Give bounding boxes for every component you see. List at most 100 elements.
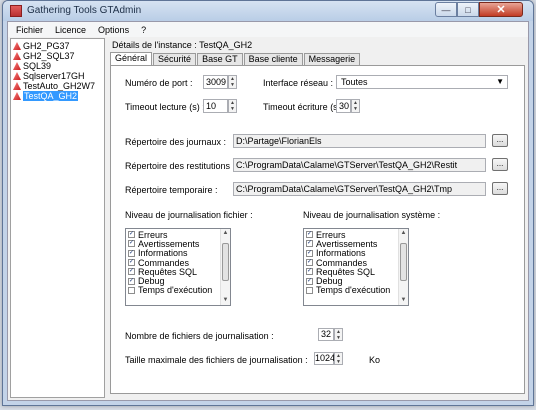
list-item[interactable]: ✓ Debug: [128, 276, 230, 286]
app-icon: [10, 5, 22, 17]
app-window: Gathering Tools GTAdmin — □ ✕ Fichier Li…: [2, 0, 534, 406]
scrollbar[interactable]: ▲ ▼: [220, 229, 230, 305]
checkbox[interactable]: ✓: [128, 231, 135, 239]
tab-securite[interactable]: Sécurité: [153, 53, 197, 65]
tree-item-selected[interactable]: TestQA_GH2: [11, 91, 104, 101]
file-log-list[interactable]: ✓ Erreurs ✓ Avertissements ✓ Informations ✓…: [125, 228, 231, 306]
list-item[interactable]: ✓ Avertissements: [306, 239, 408, 249]
checkbox[interactable]: ✓: [306, 240, 313, 248]
list-item[interactable]: ✓ Informations: [306, 248, 408, 258]
checkbox[interactable]: ✓: [128, 240, 135, 248]
list-item[interactable]: ✓ Requêtes SQL: [306, 267, 408, 277]
warning-icon: [13, 82, 21, 90]
max-size-unit: Ko: [369, 355, 381, 365]
nb-files-field[interactable]: 32: [318, 328, 334, 341]
list-item[interactable]: ✓ Requêtes SQL: [128, 267, 230, 277]
iface-label: Interface réseau :: [263, 78, 334, 88]
checkbox[interactable]: ✓: [306, 249, 313, 257]
iface-value: Toutes: [341, 77, 368, 87]
max-size-spinner[interactable]: ▲ ▼: [334, 352, 343, 365]
max-size-field[interactable]: 1024: [314, 352, 335, 365]
restitutions-label: Répertoire des restitutions :: [125, 161, 236, 171]
menu-options[interactable]: Options: [98, 25, 129, 35]
list-item[interactable]: ✓ Avertissements: [128, 239, 230, 249]
client-area: Fichier Licence Options ? GH2_PG37 GH2_S…: [7, 21, 529, 401]
general-panel: Numéro de port : 3009 ▲ ▼ Interface résea…: [110, 65, 525, 394]
instance-tree[interactable]: GH2_PG37 GH2_SQL37 SQL39 Sqlserver17GH T…: [10, 38, 105, 398]
read-timeout-spinner[interactable]: ▲ ▼: [228, 99, 237, 113]
list-item[interactable]: ✓ Erreurs: [306, 230, 408, 240]
checkbox[interactable]: ✓: [306, 277, 313, 285]
title-bar[interactable]: Gathering Tools GTAdmin — □ ✕: [3, 1, 533, 21]
checkbox[interactable]: ✓: [128, 249, 135, 257]
port-label: Numéro de port :: [125, 78, 193, 88]
checkbox[interactable]: ✓: [128, 268, 135, 276]
warning-icon: [13, 52, 21, 60]
read-timeout-label: Timeout lecture (s) :: [125, 102, 205, 112]
scroll-thumb[interactable]: [222, 243, 229, 281]
tab-base-gt[interactable]: Base GT: [197, 53, 243, 65]
tree-item[interactable]: GH2_PG37: [11, 41, 104, 51]
scroll-thumb[interactable]: [400, 243, 407, 281]
scroll-up-icon[interactable]: ▲: [221, 229, 230, 238]
list-item[interactable]: ✓ Informations: [128, 248, 230, 258]
warning-icon: [13, 72, 21, 80]
port-spinner[interactable]: ▲ ▼: [228, 75, 237, 89]
temp-field[interactable]: C:\ProgramData\Calame\GTServer\TestQA_GH…: [233, 182, 486, 196]
write-timeout-spinner[interactable]: ▲ ▼: [351, 99, 360, 113]
temp-browse-button[interactable]: ...: [492, 182, 508, 195]
max-size-label: Taille maximale des fichiers de journali…: [125, 355, 308, 365]
menu-licence[interactable]: Licence: [55, 25, 86, 35]
tab-general[interactable]: Général: [110, 52, 153, 65]
scroll-down-icon[interactable]: ▼: [221, 296, 230, 305]
details-pane: Détails de l'instance : TestQA_GH2 Génér…: [108, 38, 526, 398]
list-item[interactable]: Temps d'exécution: [306, 285, 408, 295]
nb-files-spinner[interactable]: ▲ ▼: [334, 328, 343, 341]
list-item[interactable]: ✓ Erreurs: [128, 230, 230, 240]
scroll-down-icon[interactable]: ▼: [399, 296, 408, 305]
tree-item[interactable]: SQL39: [11, 61, 104, 71]
checkbox[interactable]: ✓: [306, 268, 313, 276]
list-item[interactable]: ✓ Debug: [306, 276, 408, 286]
window-title: Gathering Tools GTAdmin: [27, 5, 142, 16]
journals-label: Répertoire des journaux :: [125, 137, 227, 147]
instance-label: Détails de l'instance : TestQA_GH2: [112, 40, 253, 50]
journals-field[interactable]: D:\Partage\FlorianEls: [233, 134, 486, 148]
checkbox[interactable]: [128, 286, 135, 294]
checkbox[interactable]: [306, 286, 313, 294]
chevron-down-icon: ▼: [496, 77, 504, 86]
maximize-button[interactable]: □: [457, 2, 479, 17]
restitutions-field[interactable]: C:\ProgramData\Calame\GTServer\TestQA_GH…: [233, 158, 486, 172]
menu-help[interactable]: ?: [141, 25, 146, 35]
read-timeout-field[interactable]: 10: [203, 99, 228, 113]
scrollbar[interactable]: ▲ ▼: [398, 229, 408, 305]
iface-select[interactable]: Toutes ▼: [336, 75, 508, 89]
sys-log-label: Niveau de journalisation système :: [303, 210, 441, 220]
sys-log-list[interactable]: ✓ Erreurs ✓ Avertissements ✓ Informations ✓…: [303, 228, 409, 306]
tree-item[interactable]: Sqlserver17GH: [11, 71, 104, 81]
tab-strip: Général Sécurité Base GT Base cliente Me…: [110, 52, 361, 65]
menu-bar: Fichier Licence Options ?: [8, 22, 528, 37]
warning-icon: [13, 92, 21, 100]
checkbox[interactable]: ✓: [306, 231, 313, 239]
menu-fichier[interactable]: Fichier: [16, 25, 43, 35]
temp-label: Répertoire temporaire :: [125, 185, 218, 195]
scroll-up-icon[interactable]: ▲: [399, 229, 408, 238]
checkbox[interactable]: ✓: [306, 259, 313, 267]
checkbox[interactable]: ✓: [128, 277, 135, 285]
list-item[interactable]: Temps d'exécution: [128, 285, 230, 295]
close-button[interactable]: ✕: [479, 2, 523, 17]
tab-base-cliente[interactable]: Base cliente: [243, 53, 303, 65]
list-item[interactable]: ✓ Commandes: [306, 258, 408, 268]
minimize-button[interactable]: —: [435, 2, 457, 17]
journals-browse-button[interactable]: ...: [492, 134, 508, 147]
tree-item[interactable]: TestAuto_GH2W7: [11, 81, 104, 91]
restitutions-browse-button[interactable]: ...: [492, 158, 508, 171]
tab-messagerie[interactable]: Messagerie: [303, 53, 361, 65]
checkbox[interactable]: ✓: [128, 259, 135, 267]
tree-item[interactable]: GH2_SQL37: [11, 51, 104, 61]
write-timeout-field[interactable]: 30: [336, 99, 351, 113]
port-field[interactable]: 3009: [203, 75, 228, 89]
list-item[interactable]: ✓ Commandes: [128, 258, 230, 268]
file-log-label: Niveau de journalisation fichier :: [125, 210, 253, 220]
